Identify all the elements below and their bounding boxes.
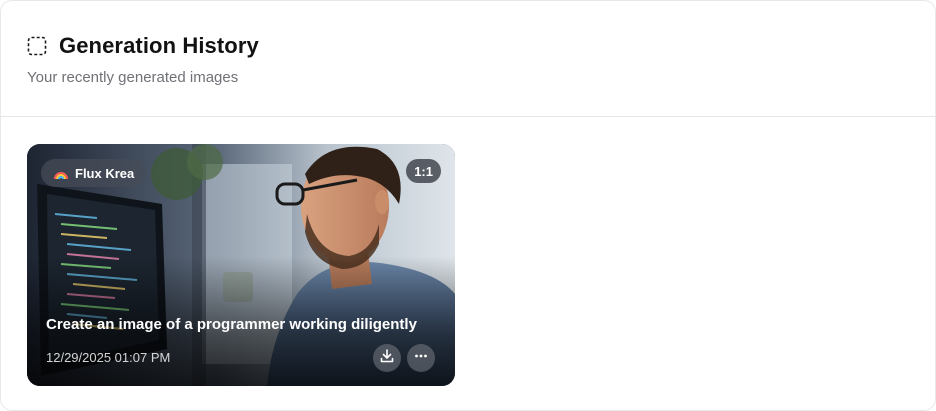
page-title: Generation History [59, 33, 259, 58]
history-card[interactable]: Flux Krea 1:1 Create an image of a progr… [27, 144, 455, 386]
generation-history-panel: Generation History Your recently generat… [0, 0, 936, 411]
dashed-square-icon [27, 36, 47, 56]
download-button[interactable] [373, 344, 401, 372]
prompt-text: Create an image of a programmer working … [46, 316, 417, 333]
more-horizontal-icon [413, 348, 429, 369]
page-subtitle: Your recently generated images [27, 69, 239, 86]
model-badge: Flux Krea [41, 159, 147, 187]
aspect-ratio-badge: 1:1 [406, 159, 441, 183]
more-options-button[interactable] [407, 344, 435, 372]
panel-header: Generation History Your recently generat… [27, 31, 909, 86]
download-icon [379, 348, 395, 369]
model-name: Flux Krea [75, 165, 135, 181]
rainbow-icon [53, 165, 69, 181]
title-row: Generation History [27, 31, 909, 61]
generation-timestamp: 12/29/2025 01:07 PM [46, 350, 171, 365]
header-divider [1, 116, 935, 117]
